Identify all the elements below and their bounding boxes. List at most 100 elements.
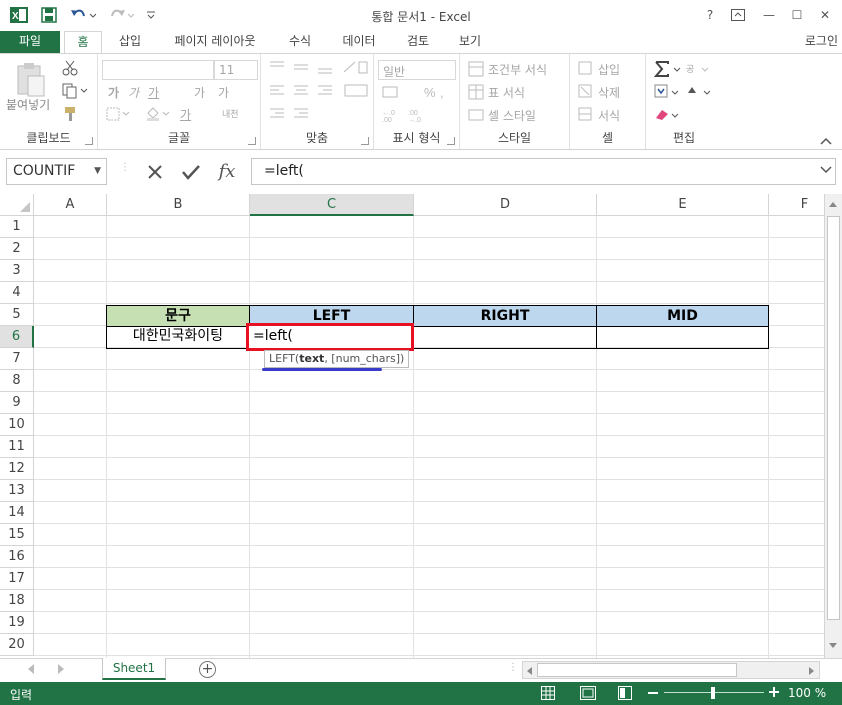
format-cells-icon[interactable]: [578, 107, 592, 124]
row-header-7[interactable]: 7: [0, 348, 34, 370]
cell-d5[interactable]: RIGHT: [413, 305, 597, 327]
row-header-10[interactable]: 10: [0, 414, 34, 436]
page-break-view-icon[interactable]: [618, 686, 632, 703]
row-header-9[interactable]: 9: [0, 392, 34, 414]
fill-color-icon[interactable]: [146, 107, 170, 124]
cell-styles-icon[interactable]: [468, 107, 484, 126]
clear-icon[interactable]: [654, 106, 684, 127]
help-button[interactable]: ?: [699, 6, 721, 24]
zoom-in-icon[interactable]: [768, 686, 780, 698]
row-header-6[interactable]: 6: [0, 326, 34, 348]
tab-page-layout[interactable]: 페이지 레이아웃: [162, 31, 268, 53]
insert-cells-icon[interactable]: [578, 61, 592, 78]
fill-icon[interactable]: [654, 83, 714, 104]
row-header-13[interactable]: 13: [0, 480, 34, 502]
collapse-ribbon-icon[interactable]: [820, 134, 832, 148]
font-name-select[interactable]: [102, 60, 214, 80]
cell-b6[interactable]: 대한민국화이팅: [106, 326, 250, 349]
vertical-scroll-thumb[interactable]: [827, 216, 840, 620]
conditional-format-icon[interactable]: [468, 61, 484, 80]
paste-label[interactable]: 붙여넣기: [6, 96, 50, 113]
row-header-12[interactable]: 12: [0, 458, 34, 480]
page-layout-view-icon[interactable]: [580, 686, 596, 703]
border-icon[interactable]: [106, 107, 130, 124]
scroll-right-icon[interactable]: [808, 665, 816, 679]
column-header-d[interactable]: D: [414, 194, 597, 216]
function-tooltip[interactable]: LEFT(text, [num_chars]): [264, 350, 410, 368]
column-header-c[interactable]: C: [250, 194, 414, 216]
delete-cells-icon[interactable]: [578, 84, 592, 101]
row-header-2[interactable]: 2: [0, 238, 34, 260]
prev-sheet-icon[interactable]: [26, 663, 36, 678]
shrink-font-button[interactable]: 가: [218, 84, 229, 101]
delete-cells-button[interactable]: 삭제: [598, 84, 620, 101]
row-header-14[interactable]: 14: [0, 502, 34, 524]
insert-function-button[interactable]: fx: [212, 158, 242, 185]
row-header-8[interactable]: 8: [0, 370, 34, 392]
horizontal-scrollbar[interactable]: [522, 661, 820, 679]
tab-split-grip-icon[interactable]: ⋮: [508, 662, 518, 673]
cut-icon[interactable]: [62, 60, 78, 79]
name-box[interactable]: COUNTIF ▼: [6, 158, 107, 185]
row-header-16[interactable]: 16: [0, 546, 34, 568]
cell-c6-editing[interactable]: =left(: [246, 323, 414, 351]
indent-icon[interactable]: [269, 106, 329, 125]
enter-icon[interactable]: [176, 158, 206, 185]
cell-e6[interactable]: [596, 326, 769, 349]
formula-input[interactable]: =left(: [251, 158, 836, 185]
number-launcher-icon[interactable]: [447, 137, 455, 145]
expand-formula-bar-icon[interactable]: [819, 159, 833, 184]
select-all-corner[interactable]: [0, 194, 34, 216]
normal-view-icon[interactable]: [541, 686, 555, 703]
clipboard-launcher-icon[interactable]: [85, 137, 93, 145]
column-header-f[interactable]: F: [769, 194, 824, 216]
currency-format-icon[interactable]: %,: [382, 84, 452, 103]
scroll-left-icon[interactable]: [525, 665, 533, 679]
vertical-scrollbar[interactable]: [824, 194, 842, 658]
align-top-icon[interactable]: [269, 60, 369, 79]
format-painter-icon[interactable]: [62, 106, 78, 125]
signin-link[interactable]: 로그인: [805, 31, 838, 51]
close-button[interactable]: ✕: [814, 6, 836, 24]
scroll-down-icon[interactable]: [827, 640, 839, 652]
row-header-4[interactable]: 4: [0, 282, 34, 304]
bold-button[interactable]: 가: [108, 84, 119, 101]
row-header-18[interactable]: 18: [0, 590, 34, 612]
column-header-a[interactable]: A: [34, 194, 107, 216]
font-size-select[interactable]: 11: [214, 60, 258, 80]
maximize-button[interactable]: ☐: [786, 6, 808, 24]
insert-cells-button[interactable]: 삽입: [598, 61, 620, 78]
sheet-tab-sheet1[interactable]: Sheet1: [102, 658, 166, 680]
font-launcher-icon[interactable]: [248, 137, 256, 145]
tab-review[interactable]: 검토: [398, 31, 438, 53]
add-sheet-button[interactable]: +: [199, 661, 216, 678]
format-table-button[interactable]: 표 서식: [488, 84, 525, 101]
conditional-format-button[interactable]: 조건부 서식: [488, 61, 547, 78]
cell-d6[interactable]: [413, 326, 597, 349]
align-left-icon[interactable]: [269, 83, 369, 102]
tab-insert[interactable]: 삽입: [110, 31, 150, 53]
cell-b5[interactable]: 문구: [106, 305, 250, 327]
tab-file[interactable]: 파일: [0, 31, 60, 53]
phonetic-button[interactable]: 내천: [222, 107, 239, 120]
row-header-20[interactable]: 20: [0, 634, 34, 656]
alignment-launcher-icon[interactable]: [361, 137, 369, 145]
ribbon-display-icon[interactable]: [727, 6, 749, 24]
decimal-icon[interactable]: ←.0.00.00 →.0: [382, 107, 432, 126]
format-table-icon[interactable]: [468, 84, 484, 103]
next-sheet-icon[interactable]: [56, 663, 66, 678]
zoom-out-icon[interactable]: [648, 692, 658, 694]
row-header-3[interactable]: 3: [0, 260, 34, 282]
cancel-icon[interactable]: [140, 158, 170, 185]
underline-button[interactable]: 가: [148, 84, 159, 101]
font-color-button[interactable]: 가: [180, 106, 191, 123]
tab-data[interactable]: 데이터: [332, 31, 386, 53]
minimize-button[interactable]: —: [758, 6, 780, 24]
row-header-11[interactable]: 11: [0, 436, 34, 458]
column-header-b[interactable]: B: [107, 194, 250, 216]
tab-view[interactable]: 보기: [450, 31, 490, 53]
number-format-select[interactable]: 일반: [378, 60, 456, 80]
grow-font-button[interactable]: 가: [194, 84, 205, 101]
row-header-19[interactable]: 19: [0, 612, 34, 634]
chevron-down-icon[interactable]: ▼: [94, 159, 101, 184]
